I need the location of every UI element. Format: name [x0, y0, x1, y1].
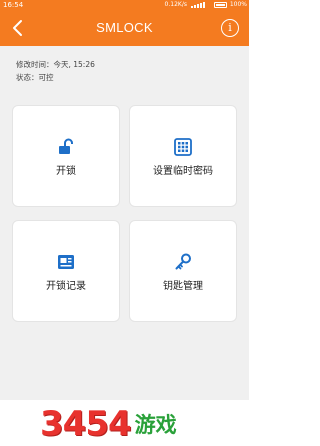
set-temp-password-button[interactable]: 设置临时密码: [129, 105, 237, 207]
watermark-logo: 3454 游戏: [40, 404, 177, 444]
unlock-label: 开锁: [56, 166, 76, 177]
status-bar: 16:54 0.12K/s 100%: [0, 0, 249, 10]
key-management-label: 钥匙管理: [163, 281, 203, 292]
keypad-icon: [174, 138, 192, 156]
set-temp-password-label: 设置临时密码: [153, 166, 213, 177]
watermark-number: 3454: [40, 404, 132, 444]
chevron-left-icon[interactable]: [8, 16, 30, 40]
status-time: 16:54: [3, 1, 24, 9]
key-management-button[interactable]: 钥匙管理: [129, 220, 237, 322]
unlock-records-button[interactable]: 开锁记录: [12, 220, 120, 322]
battery-percent: 100%: [229, 1, 247, 8]
info-circle-icon[interactable]: i: [221, 19, 239, 37]
record-icon: [58, 255, 74, 269]
key-icon: [175, 253, 191, 270]
lock-status: 状态：可控: [16, 73, 54, 82]
network-speed: 0.12K/s: [164, 1, 187, 8]
footer: 3454 游戏: [0, 400, 249, 446]
lock-info: 修改时间：今天, 15:26 状态：可控: [16, 58, 95, 84]
main-content: 修改时间：今天, 15:26 状态：可控 开锁 设置临时密码 开锁记录 钥匙管理: [0, 46, 249, 400]
page-title: SMLOCK: [96, 20, 153, 35]
battery-icon: [214, 2, 227, 8]
modified-time: 修改时间：今天, 15:26: [16, 60, 95, 69]
app-bar: SMLOCK i: [0, 10, 249, 46]
unlock-icon: [59, 138, 73, 154]
unlock-records-label: 开锁记录: [46, 281, 86, 292]
signal-icon: [191, 2, 205, 8]
unlock-button[interactable]: 开锁: [12, 105, 120, 207]
watermark-text: 游戏: [134, 413, 177, 437]
